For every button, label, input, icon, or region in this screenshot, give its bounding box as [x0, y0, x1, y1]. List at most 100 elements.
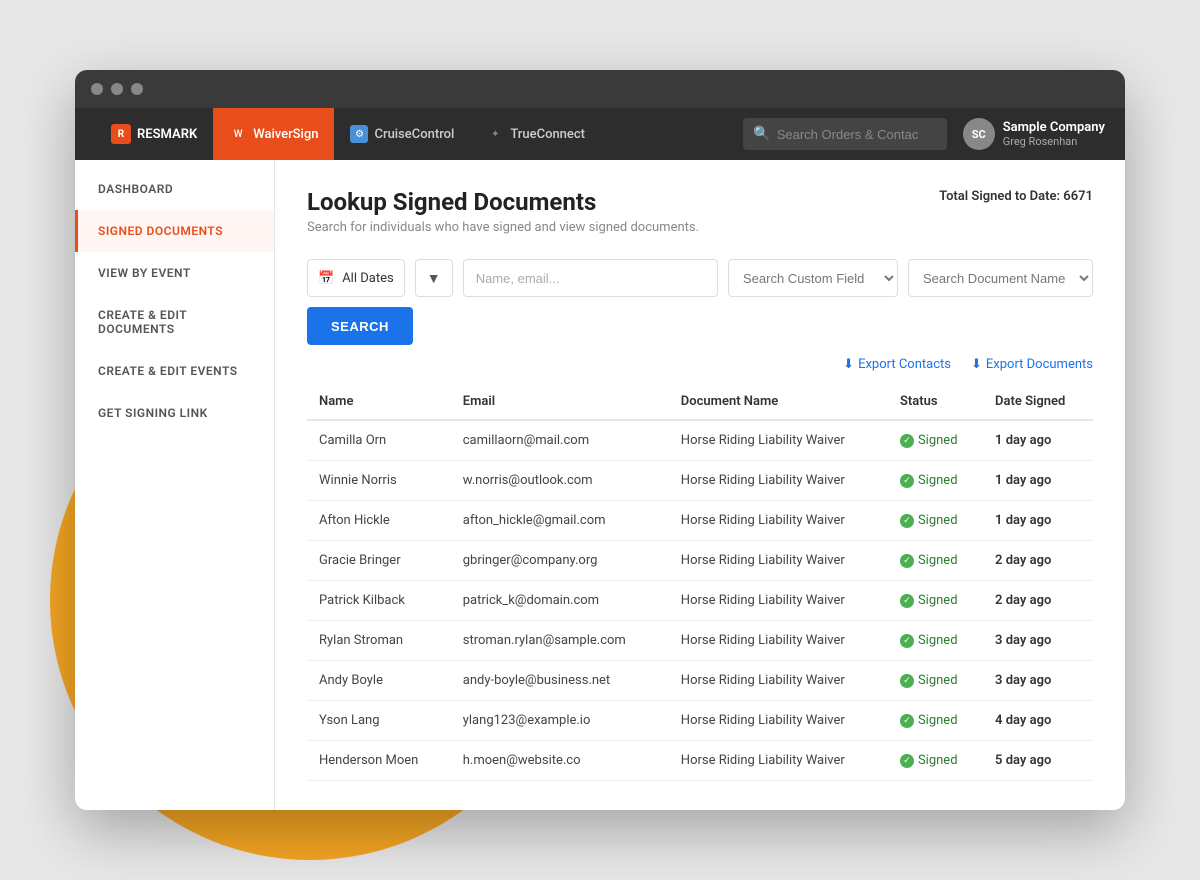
cell-email: ylang123@example.io: [451, 701, 669, 741]
cruisecontrol-label: CruiseControl: [374, 127, 454, 142]
cell-name: Andy Boyle: [307, 661, 451, 701]
table-header: Name Email Document Name Status Date Sig…: [307, 384, 1093, 420]
trueconnect-icon: ✦: [486, 125, 504, 143]
company-avatar: SC: [963, 118, 995, 150]
browser-dot-close: [91, 83, 103, 95]
cell-status: ✓ Signed: [888, 420, 983, 461]
cell-name: Camilla Orn: [307, 420, 451, 461]
cell-document: Horse Riding Liability Waiver: [669, 621, 888, 661]
table-header-row: Name Email Document Name Status Date Sig…: [307, 384, 1093, 420]
col-name: Name: [307, 384, 451, 420]
nav-app-waiversign[interactable]: W WaiverSign: [213, 108, 334, 160]
browser-dot-maximize: [131, 83, 143, 95]
sidebar-item-get-signing-link[interactable]: GET SIGNING LINK: [75, 392, 274, 434]
cell-name: Yson Lang: [307, 701, 451, 741]
status-label: Signed: [918, 633, 958, 648]
col-date: Date Signed: [983, 384, 1093, 420]
status-dot: ✓: [900, 554, 914, 568]
cell-email: w.norris@outlook.com: [451, 461, 669, 501]
cell-status: ✓ Signed: [888, 581, 983, 621]
table-row[interactable]: Gracie Bringer gbringer@company.org Hors…: [307, 541, 1093, 581]
cell-date: 2 day ago: [983, 581, 1093, 621]
table-row[interactable]: Rylan Stroman stroman.rylan@sample.com H…: [307, 621, 1093, 661]
export-row: ⬇ Export Contacts ⬇ Export Documents: [307, 357, 1093, 372]
company-info: Sample Company Greg Rosenhan: [1003, 120, 1105, 148]
doc-name-select[interactable]: Search Document Name: [908, 259, 1093, 297]
status-dot: ✓: [900, 594, 914, 608]
cell-email: gbringer@company.org: [451, 541, 669, 581]
cell-status: ✓ Signed: [888, 741, 983, 781]
cell-status: ✓ Signed: [888, 661, 983, 701]
resmark-logo[interactable]: R RESMARK: [95, 124, 213, 144]
sidebar-item-signed-documents[interactable]: SIGNED DOCUMENTS: [75, 210, 274, 252]
cell-email: andy-boyle@business.net: [451, 661, 669, 701]
status-label: Signed: [918, 433, 958, 448]
download-icon: ⬇: [843, 357, 854, 372]
name-search-input[interactable]: [463, 259, 718, 297]
status-label: Signed: [918, 673, 958, 688]
page-title-group: Lookup Signed Documents Search for indiv…: [307, 188, 699, 235]
cell-name: Henderson Moen: [307, 741, 451, 781]
cell-name: Gracie Bringer: [307, 541, 451, 581]
cell-document: Horse Riding Liability Waiver: [669, 461, 888, 501]
status-dot: ✓: [900, 434, 914, 448]
signed-documents-table: Name Email Document Name Status Date Sig…: [307, 384, 1093, 781]
table-row[interactable]: Patrick Kilback patrick_k@domain.com Hor…: [307, 581, 1093, 621]
cell-date: 4 day ago: [983, 701, 1093, 741]
cell-status: ✓ Signed: [888, 621, 983, 661]
cell-email: stroman.rylan@sample.com: [451, 621, 669, 661]
cell-date: 5 day ago: [983, 741, 1093, 781]
col-document: Document Name: [669, 384, 888, 420]
table-row[interactable]: Afton Hickle afton_hickle@gmail.com Hors…: [307, 501, 1093, 541]
company-name: Sample Company: [1003, 120, 1105, 135]
table-row[interactable]: Andy Boyle andy-boyle@business.net Horse…: [307, 661, 1093, 701]
page-subtitle: Search for individuals who have signed a…: [307, 220, 699, 235]
cell-document: Horse Riding Liability Waiver: [669, 420, 888, 461]
cell-date: 1 day ago: [983, 420, 1093, 461]
download-icon-2: ⬇: [971, 357, 982, 372]
global-search-input[interactable]: [777, 127, 937, 142]
sidebar: DASHBOARD SIGNED DOCUMENTS VIEW BY EVENT…: [75, 160, 275, 810]
global-search[interactable]: 🔍: [743, 118, 946, 150]
total-signed: Total Signed to Date: 6671: [939, 188, 1093, 204]
custom-field-select[interactable]: Search Custom Field: [728, 259, 898, 297]
total-signed-label: Total Signed to Date: 6671: [939, 189, 1093, 204]
export-contacts-link[interactable]: ⬇ Export Contacts: [843, 357, 951, 372]
table-row[interactable]: Yson Lang ylang123@example.io Horse Ridi…: [307, 701, 1093, 741]
cell-email: camillaorn@mail.com: [451, 420, 669, 461]
company-switcher[interactable]: SC Sample Company Greg Rosenhan: [963, 118, 1105, 150]
main-layout: DASHBOARD SIGNED DOCUMENTS VIEW BY EVENT…: [75, 160, 1125, 810]
cell-name: Winnie Norris: [307, 461, 451, 501]
resmark-logo-icon: R: [111, 124, 131, 144]
browser-dot-minimize: [111, 83, 123, 95]
cruisecontrol-icon: ⚙: [350, 125, 368, 143]
sidebar-item-view-by-event[interactable]: VIEW BY EVENT: [75, 252, 274, 294]
waiversign-icon: W: [229, 125, 247, 143]
cell-date: 1 day ago: [983, 501, 1093, 541]
table-row[interactable]: Camilla Orn camillaorn@mail.com Horse Ri…: [307, 420, 1093, 461]
sidebar-item-dashboard[interactable]: DASHBOARD: [75, 168, 274, 210]
cell-email: h.moen@website.co: [451, 741, 669, 781]
sidebar-item-create-edit-events[interactable]: CREATE & EDIT EVENTS: [75, 350, 274, 392]
table-row[interactable]: Henderson Moen h.moen@website.co Horse R…: [307, 741, 1093, 781]
cell-date: 3 day ago: [983, 621, 1093, 661]
status-dot: ✓: [900, 714, 914, 728]
cell-status: ✓ Signed: [888, 701, 983, 741]
export-documents-link[interactable]: ⬇ Export Documents: [971, 357, 1093, 372]
sidebar-item-create-edit-documents[interactable]: CREATE & EDIT DOCUMENTS: [75, 294, 274, 350]
cell-email: afton_hickle@gmail.com: [451, 501, 669, 541]
cell-document: Horse Riding Liability Waiver: [669, 741, 888, 781]
filter-button[interactable]: ▼: [415, 259, 453, 297]
col-email: Email: [451, 384, 669, 420]
date-picker[interactable]: 📅 All Dates: [307, 259, 405, 297]
table-row[interactable]: Winnie Norris w.norris@outlook.com Horse…: [307, 461, 1093, 501]
search-icon: 🔍: [753, 126, 770, 142]
nav-app-trueconnect[interactable]: ✦ TrueConnect: [470, 108, 601, 160]
nav-app-cruisecontrol[interactable]: ⚙ CruiseControl: [334, 108, 470, 160]
trueconnect-label: TrueConnect: [510, 127, 585, 142]
top-nav: R RESMARK W WaiverSign ⚙ CruiseControl ✦…: [75, 108, 1125, 160]
search-bar: 📅 All Dates ▼ Search Custom Field Search…: [307, 259, 1093, 345]
filter-icon: ▼: [427, 270, 441, 287]
search-button[interactable]: SEARCH: [307, 307, 413, 345]
col-status: Status: [888, 384, 983, 420]
